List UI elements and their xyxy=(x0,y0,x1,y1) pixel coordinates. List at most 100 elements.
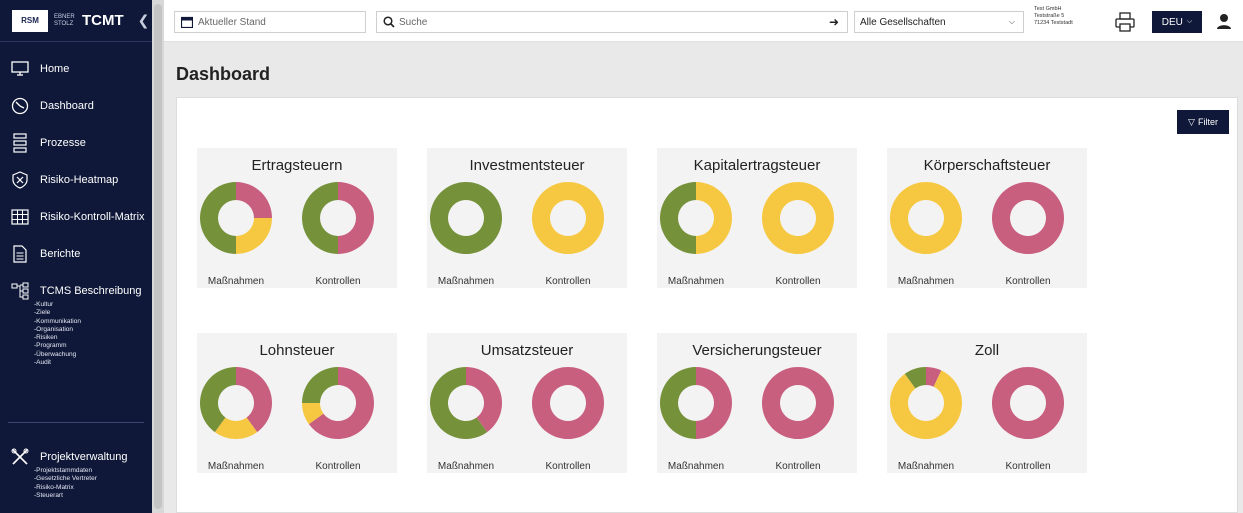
submenu-item-organisation[interactable]: -Organisation xyxy=(34,326,152,334)
arrow-right-icon[interactable]: ➜ xyxy=(829,15,839,29)
tax-card-title: Ertragsteuern xyxy=(251,157,343,174)
submenu-item-risiken[interactable]: -Risiken xyxy=(34,334,152,342)
donut-slice-yellow[interactable] xyxy=(236,218,272,254)
donut-slice-pink[interactable] xyxy=(992,182,1064,254)
document-icon xyxy=(10,244,30,263)
submenu-item-programm[interactable]: -Programm xyxy=(34,342,152,350)
print-icon[interactable] xyxy=(1114,11,1136,33)
submenu-item-risiko-matrix[interactable]: -Risiko-Matrix xyxy=(34,484,152,492)
sidebar-nav: Home Dashboard Prozesse Risiko-Heatmap R… xyxy=(0,50,152,367)
sidebar-item-label: Prozesse xyxy=(40,136,86,149)
submenu-item-kommunikation[interactable]: -Kommunikation xyxy=(34,318,152,326)
donut-slice-green[interactable] xyxy=(430,182,502,254)
chevron-down-icon: ⌵ xyxy=(1186,18,1193,25)
filter-button[interactable]: ▽ Filter xyxy=(1177,110,1229,134)
sidebar-item-risiko-kontroll-matrix[interactable]: Risiko-Kontroll-Matrix xyxy=(0,198,152,235)
filter-label: Filter xyxy=(1197,117,1218,127)
donut-label: Kontrollen xyxy=(545,461,591,472)
donut-chart[interactable] xyxy=(890,367,962,439)
tax-card: Umsatzsteuer Maßnahmen Kontrollen xyxy=(427,333,627,473)
donut-slice-yellow[interactable] xyxy=(890,182,962,254)
donut-chart[interactable] xyxy=(302,182,374,254)
submenu-item-steuerart[interactable]: -Steuerart xyxy=(34,492,152,500)
donut-slice-yellow[interactable] xyxy=(696,182,732,254)
donut-slice-yellow[interactable] xyxy=(532,182,604,254)
company-select-value: Alle Gesellschaften xyxy=(860,16,946,28)
sidebar-item-label: Home xyxy=(40,62,70,75)
sidebar-item-risiko-heatmap[interactable]: Risiko-Heatmap xyxy=(0,161,152,198)
tax-card-title: Lohnsteuer xyxy=(259,342,335,359)
logo-subtext: EBNER STOLZ xyxy=(54,13,75,27)
user-icon[interactable] xyxy=(1214,12,1234,32)
donut-slice-pink[interactable] xyxy=(338,182,374,254)
tax-card-title: Körperschaftsteuer xyxy=(923,157,1051,174)
donut-chart[interactable] xyxy=(992,367,1064,439)
donut-slice-yellow[interactable] xyxy=(762,182,834,254)
donut-slice-pink[interactable] xyxy=(532,367,604,439)
submenu-item-ueberwachung[interactable]: -Überwachung xyxy=(34,351,152,359)
projekt-section: Projektverwaltung -Projektstammdaten -Ge… xyxy=(0,438,152,500)
submenu-item-projektstammdaten[interactable]: -Projektstammdaten xyxy=(34,467,152,475)
donut-slice-green[interactable] xyxy=(302,367,338,403)
donut-slice-green[interactable] xyxy=(200,182,236,254)
donut-chart[interactable] xyxy=(430,367,502,439)
donut-chart[interactable] xyxy=(200,367,272,439)
donut-chart[interactable] xyxy=(302,367,374,439)
main-area: Dashboard ▽ Filter Ertragsteuern Maßnahme… xyxy=(164,42,1243,513)
donut-chart[interactable] xyxy=(200,182,272,254)
gauge-icon xyxy=(10,97,30,115)
donut-slice-green[interactable] xyxy=(302,182,338,254)
donut-chart[interactable] xyxy=(762,182,834,254)
sidebar-item-dashboard[interactable]: Dashboard xyxy=(0,87,152,124)
tax-card-title: Versicherungsteuer xyxy=(692,342,822,359)
donut-chart[interactable] xyxy=(660,182,732,254)
donut-slice-pink[interactable] xyxy=(696,367,732,439)
sidebar-item-berichte[interactable]: Berichte xyxy=(0,235,152,272)
tax-card: Investmentsteuer Maßnahmen Kontrollen xyxy=(427,148,627,288)
language-button[interactable]: DEU ⌵ xyxy=(1152,11,1202,33)
search-icon xyxy=(383,16,395,28)
filter-icon: ▽ xyxy=(1188,116,1195,127)
company-address: Test GmbH Teststraße 5 71234 Teststadt xyxy=(1034,6,1073,27)
donut-chart[interactable] xyxy=(762,367,834,439)
chevron-left-icon[interactable]: ❮ xyxy=(138,12,150,29)
donut-chart[interactable] xyxy=(890,182,962,254)
tax-card: Ertragsteuern Maßnahmen Kontrollen xyxy=(197,148,397,288)
submenu-item-ziele[interactable]: -Ziele xyxy=(34,309,152,317)
sidebar-item-label: Dashboard xyxy=(40,99,94,112)
donut-slice-pink[interactable] xyxy=(762,367,834,439)
donut-chart[interactable] xyxy=(660,367,732,439)
sidebar-item-prozesse[interactable]: Prozesse xyxy=(0,124,152,161)
page-title: Dashboard xyxy=(176,64,271,84)
donut-chart[interactable] xyxy=(992,182,1064,254)
projekt-submenu: -Projektstammdaten -Gesetzliche Vertrete… xyxy=(0,467,152,500)
submenu-item-gesetzliche-vertreter[interactable]: -Gesetzliche Vertreter xyxy=(34,475,152,483)
submenu-item-audit[interactable]: -Audit xyxy=(34,359,152,367)
donut-label: Maßnahmen xyxy=(437,276,495,287)
sidebar-scrollbar[interactable] xyxy=(154,4,162,509)
search-input[interactable] xyxy=(399,16,829,28)
donut-chart[interactable] xyxy=(532,182,604,254)
donut-slice-pink[interactable] xyxy=(992,367,1064,439)
donut-slice-green[interactable] xyxy=(660,182,696,254)
search-field[interactable]: ➜ xyxy=(376,11,848,33)
status-input[interactable] xyxy=(198,16,365,28)
calendar-icon xyxy=(181,16,193,28)
donut-label: Kontrollen xyxy=(775,461,821,472)
tax-card: Kapitalertragsteuer Maßnahmen Kontrollen xyxy=(657,148,857,288)
tools-icon xyxy=(10,448,30,466)
dashboard-panel: ▽ Filter Ertragsteuern Maßnahmen Kontrolle… xyxy=(176,97,1238,513)
donut-chart[interactable] xyxy=(532,367,604,439)
sidebar-header: RSM EBNER STOLZ TCMT ❮ xyxy=(0,0,152,42)
sidebar-item-home[interactable]: Home xyxy=(0,50,152,87)
submenu-item-kultur[interactable]: -Kultur xyxy=(34,301,152,309)
company-select[interactable]: Alle Gesellschaften ⌵ xyxy=(854,11,1024,33)
language-label: DEU xyxy=(1161,16,1183,28)
donut-chart[interactable] xyxy=(430,182,502,254)
sidebar-item-label: Risiko-Heatmap xyxy=(40,173,119,186)
tax-card-title: Umsatzsteuer xyxy=(480,342,574,359)
donut-slice-green[interactable] xyxy=(660,367,696,439)
donut-slice-pink[interactable] xyxy=(236,182,272,218)
status-field[interactable] xyxy=(174,11,366,33)
donut-label: Kontrollen xyxy=(1005,276,1051,287)
